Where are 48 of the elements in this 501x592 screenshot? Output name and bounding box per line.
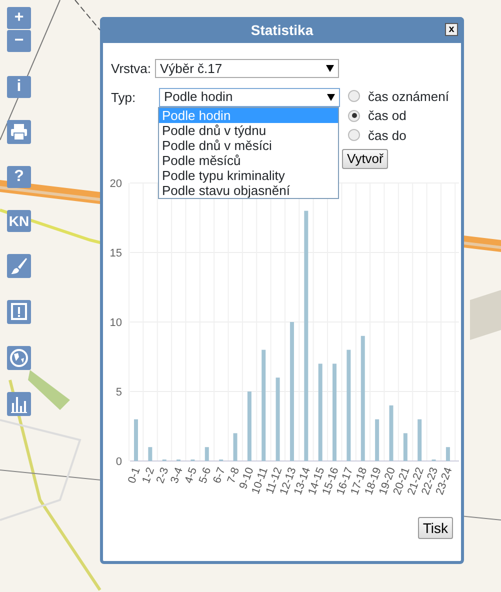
bar: [375, 419, 380, 461]
bar-chart-icon[interactable]: [7, 392, 31, 416]
dropdown-option[interactable]: Podle měsíců: [159, 153, 338, 168]
radio-button[interactable]: [348, 129, 360, 142]
axis-category-label: 6-7: [211, 466, 228, 485]
dropdown-option[interactable]: Podle stavu objasnění: [159, 183, 338, 198]
radio-button[interactable]: [348, 110, 360, 122]
radio-label: čas od: [368, 107, 406, 125]
bar: [403, 433, 408, 461]
axis-category-label: 4-5: [182, 466, 200, 485]
bar: [134, 419, 138, 461]
caret-icon: [327, 94, 335, 100]
dropdown-option[interactable]: Podle dnů v měsíci: [159, 138, 338, 153]
caret-icon: [326, 65, 334, 72]
axis-category-label: 1-2: [140, 466, 157, 485]
bar: [389, 405, 394, 461]
dropdown-option[interactable]: Podle typu kriminality: [159, 168, 338, 183]
axis-category-label: 3-4: [168, 466, 186, 485]
axis-category-label: 0-1: [126, 466, 143, 485]
bar: [148, 447, 152, 461]
radio-label: čas oznámení: [368, 88, 449, 106]
bar: [233, 433, 238, 461]
printer-icon[interactable]: [7, 120, 31, 144]
globe-icon[interactable]: [7, 346, 31, 370]
axis-category-label: 5-6: [197, 466, 214, 485]
dropdown-option[interactable]: Podle dnů v týdnu: [159, 123, 338, 138]
bar: [204, 447, 209, 461]
close-button[interactable]: x: [445, 23, 458, 36]
dropdown[interactable]: Podle hodin: [159, 88, 340, 106]
print-button[interactable]: Tisk: [418, 517, 453, 539]
axis-tick-label: 0: [116, 456, 122, 468]
create-button[interactable]: Vytvoř: [342, 149, 388, 169]
axis-tick-label: 10: [110, 317, 122, 329]
axis-tick-label: 15: [110, 248, 122, 260]
dropdown[interactable]: Výběr č.17: [154, 59, 339, 78]
bar: [418, 419, 422, 461]
field-label: Vrstva:: [111, 60, 151, 78]
brush-icon[interactable]: [7, 254, 31, 278]
radio-button[interactable]: [348, 90, 360, 102]
bar: [247, 392, 252, 461]
exclamation-icon[interactable]: [7, 300, 31, 324]
bar: [446, 447, 450, 461]
axis-tick-label: 20: [110, 178, 122, 190]
dialog-title: Statistika: [250, 20, 314, 40]
field-label: Typ:: [111, 88, 137, 107]
radio-label: čas do: [368, 126, 406, 144]
axis-tick-label: 5: [116, 386, 122, 398]
axis-category-label: 2-3: [154, 466, 172, 485]
